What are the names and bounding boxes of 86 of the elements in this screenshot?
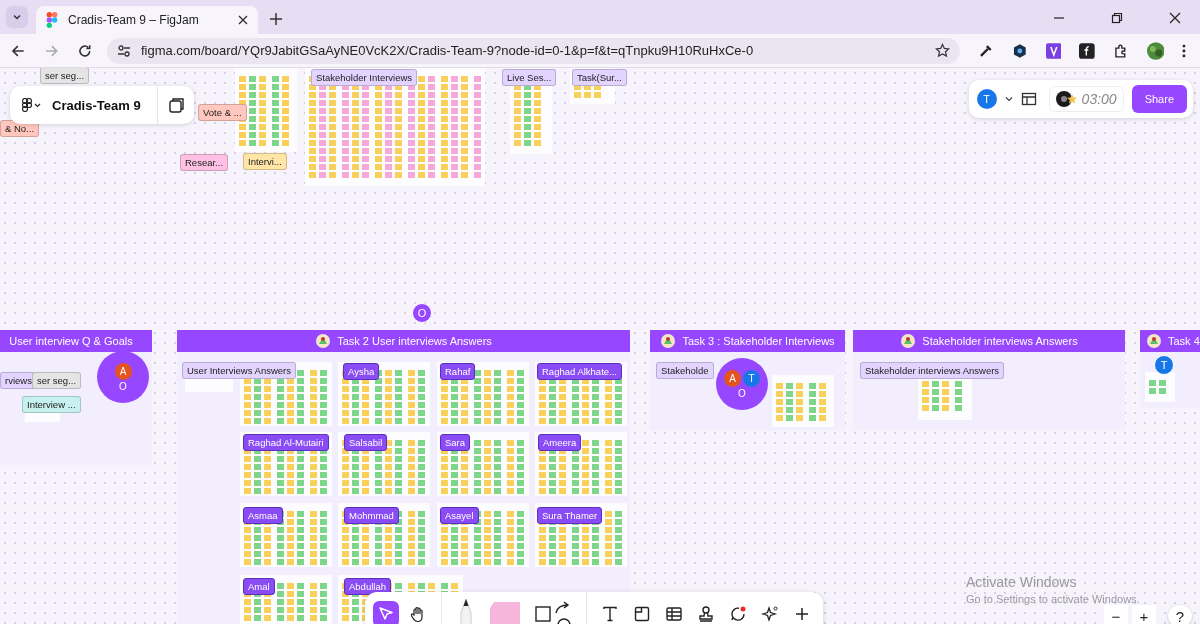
- url-text: figma.com/board/YQr9JabitGSaAyNE0VcK2X/Cradis-Team-9?node-id=0-1&p=f&t=qTnpku9H10RuHxCe-0: [140, 43, 754, 58]
- sticky-label: Intervi...: [243, 153, 287, 170]
- avatar: A: [724, 369, 741, 387]
- section-title: User interview Q & Goals: [9, 335, 133, 347]
- sticky-label: Resear...: [180, 154, 229, 171]
- section-title: Task 4: [1168, 335, 1200, 347]
- caret-icon: [12, 12, 22, 22]
- plus-icon: [795, 607, 809, 621]
- sticky-label: Interview ...: [22, 396, 81, 413]
- cursor-icon: [377, 605, 395, 623]
- name-tag: Salsabil: [344, 434, 388, 451]
- avatar-initial: O: [738, 387, 746, 399]
- move-tool-button[interactable]: [373, 601, 399, 624]
- collaborator-avatar[interactable]: O: [412, 303, 432, 323]
- section-title: Stakeholder interviews Answers: [922, 335, 1078, 347]
- sticker-icon: [1146, 333, 1162, 349]
- name-tag: Sura Thamer: [537, 507, 603, 524]
- help-button[interactable]: ?: [1168, 605, 1192, 624]
- function-icon[interactable]: [1079, 42, 1095, 59]
- sticky-label: Task(Sur...: [572, 69, 627, 86]
- name-tag: Sara: [440, 434, 471, 451]
- reload-icon[interactable]: [77, 42, 93, 59]
- close-icon[interactable]: [1169, 12, 1181, 24]
- name-tag: Rahaf: [440, 363, 476, 380]
- name-tag: Asmaa: [243, 507, 283, 524]
- file-name[interactable]: Cradis-Team 9: [52, 97, 141, 113]
- sparkle-icon: [761, 605, 779, 623]
- new-tab-icon[interactable]: [270, 13, 282, 25]
- avatar: T: [743, 369, 760, 387]
- user-avatar[interactable]: T: [976, 89, 997, 109]
- text-icon: [601, 605, 619, 623]
- name-tag: Asayel: [440, 507, 479, 524]
- section-title: Task 2 User interviews Answers: [337, 335, 492, 347]
- zoom-in-button[interactable]: +: [1132, 605, 1156, 624]
- sticky-label: Vote & ...: [198, 104, 247, 121]
- sticky-label: ser seg...: [32, 372, 82, 389]
- activation-text: Go to Settings to activate Windows.: [966, 593, 1140, 605]
- section-icon: [633, 605, 651, 623]
- sticker-icon: [315, 333, 332, 349]
- name-tag: Mohmmad: [344, 507, 399, 524]
- sticky-notes-drawing: [772, 375, 834, 427]
- address-bar[interactable]: figma.com/board/YQr9JabitGSaAyNE0VcK2X/Cradis-Team-9?node-id=0-1&p=f&t=qTnpku9H10RuHxCe-0: [106, 37, 961, 64]
- name-tag: Ameera: [538, 434, 582, 451]
- sticky-label: Live Ses...: [502, 69, 557, 86]
- comment-icon: [729, 605, 747, 623]
- name-tag: Raghad Al-Mutairi: [243, 434, 329, 451]
- pages-icon[interactable]: [167, 96, 186, 114]
- table-icon: [665, 605, 683, 623]
- layout-icon[interactable]: [1020, 91, 1037, 107]
- site-settings-icon[interactable]: [116, 43, 131, 58]
- sticky-notes-drawing: [1145, 372, 1175, 402]
- tab-title: Cradis-Team 9 – FigJam: [68, 13, 200, 27]
- timer-text: 03:00: [1081, 91, 1117, 107]
- avatar-initial: O: [119, 380, 127, 392]
- extension-icon[interactable]: [1045, 42, 1062, 59]
- menu-icon[interactable]: [1182, 42, 1187, 59]
- caret-icon[interactable]: [1004, 96, 1013, 102]
- timer-widget[interactable]: 03:00: [1048, 86, 1124, 112]
- section-title: Task 3 : Stakeholder Interviews: [682, 335, 835, 347]
- sticky-label: Stakeholder interviews Answers: [860, 362, 1005, 379]
- close-icon[interactable]: [238, 15, 248, 25]
- restore-icon[interactable]: [1111, 12, 1123, 24]
- figma-logo-icon: [46, 12, 58, 28]
- tab-list-button[interactable]: [6, 6, 28, 28]
- sticker-icon: [660, 333, 677, 349]
- music-disc-icon: [1055, 90, 1078, 108]
- sticky-label: Stakeholder Interviews: [311, 69, 418, 86]
- zoom-out-button[interactable]: −: [1104, 605, 1128, 624]
- sticky-label: User Interviews Answers: [182, 362, 296, 379]
- stamp-icon: [697, 605, 715, 623]
- bookmark-star-icon[interactable]: [935, 43, 951, 58]
- profile-avatar-icon[interactable]: [1146, 41, 1165, 60]
- browser-tab[interactable]: Cradis-Team 9 – FigJam: [36, 6, 258, 34]
- eyedropper-icon[interactable]: [978, 42, 994, 59]
- figma-menu-icon[interactable]: [22, 98, 42, 112]
- hexagon-icon[interactable]: [1011, 42, 1028, 59]
- name-tag: Amal: [243, 578, 275, 595]
- avatar: A: [114, 362, 132, 380]
- name-tag: Abdullah: [344, 578, 391, 595]
- share-button[interactable]: Share: [1131, 85, 1187, 113]
- name-tag: Aysha: [343, 363, 380, 380]
- sticker-icon: [900, 333, 917, 349]
- name-tag: Raghad Alkhate...: [537, 363, 622, 380]
- sticky-label: Stakeholde: [656, 362, 714, 379]
- activation-title: Activate Windows: [966, 574, 1078, 590]
- sticky-label: ser seg...: [40, 68, 90, 84]
